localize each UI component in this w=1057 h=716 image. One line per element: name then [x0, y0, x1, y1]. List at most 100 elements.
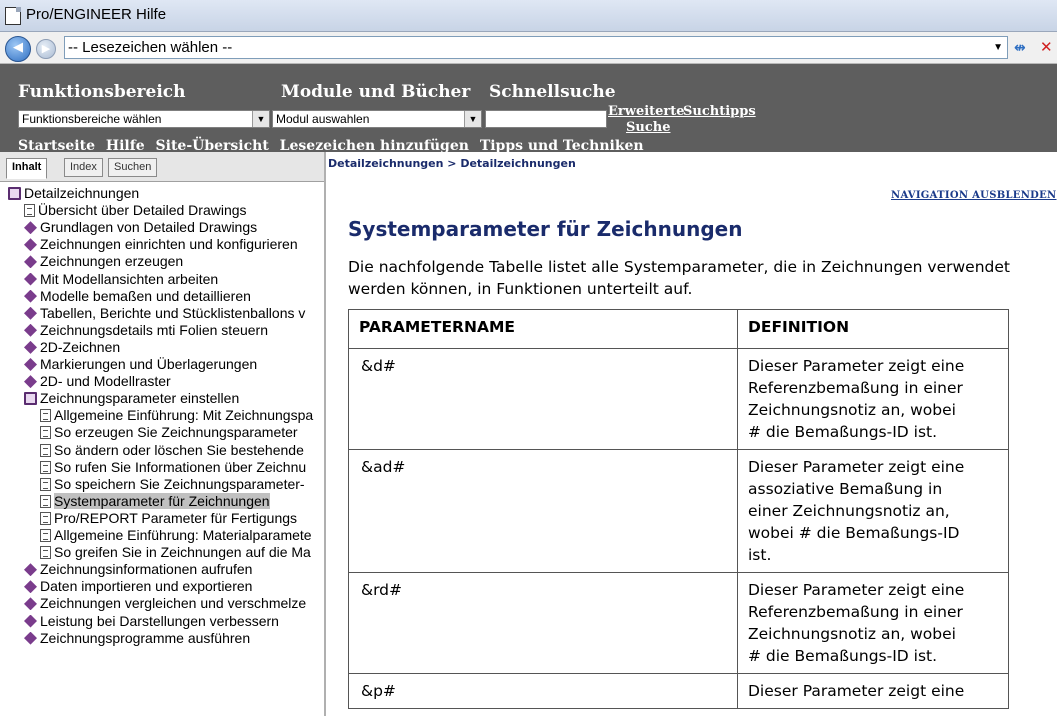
book-icon [24, 221, 37, 235]
tree-item[interactable]: Markierungen und Überlagerungen [24, 356, 257, 373]
tree-item[interactable]: Zeichnungen vergleichen und verschmelze [24, 595, 306, 612]
tree-item[interactable]: Zeichnungen erzeugen [24, 253, 183, 270]
open-book-icon [24, 392, 37, 406]
tree-item[interactable]: Daten importieren und exportieren [24, 578, 252, 595]
tab-contents[interactable]: Inhalt [6, 158, 48, 179]
table-row: &rd# Dieser Parameter zeigt eine Referenzb… [348, 572, 1009, 674]
tree-item-label: Markierungen und Überlagerungen [40, 356, 258, 372]
sidebar: Inhalt Index Suchen Detailzeichnungen Übe… [0, 152, 326, 716]
back-button[interactable]: ◀ [5, 36, 31, 62]
parameter-definition-cell: Dieser Parameter zeigt eine [737, 673, 1009, 709]
hide-navigation-link[interactable]: NAVIGATION AUSBLENDEN [891, 190, 1057, 201]
tree-item-label: Mit Modellansichten arbeiten [40, 270, 219, 287]
book-icon [24, 340, 37, 354]
tree-item[interactable]: So greifen Sie in Zeichnungen auf die Ma [40, 544, 311, 561]
back-arrow-icon: ◀ [13, 40, 23, 55]
definition-line: Referenzbemaßung in einer [748, 603, 963, 621]
definition-line: Zeichnungsnotiz an, wobei [748, 625, 956, 643]
chevron-down-icon: ▼ [464, 111, 481, 127]
tree-item-label: Zeichnungsparameter einstellen [40, 390, 240, 407]
tree-item-label: So ändern oder löschen Sie bestehende [54, 441, 304, 458]
refresh-button[interactable]: ↮ [1014, 40, 1026, 56]
page-icon [40, 494, 51, 508]
tree-item-label: Zeichnungen vergleichen und verschmelze [40, 595, 307, 612]
book-icon [24, 255, 37, 269]
forward-button[interactable]: ▶ [36, 39, 56, 59]
tree-item-label: Zeichnungen erzeugen [40, 253, 184, 270]
advanced-search-link-line2[interactable]: Suche [626, 120, 670, 135]
search-tips-link[interactable]: Suchtipps [683, 104, 756, 119]
tree-item[interactable]: Mit Modellansichten arbeiten [24, 271, 218, 288]
tree-item-label: Zeichnungsprogramme ausführen [40, 629, 251, 646]
tree-item[interactable]: So ändern oder löschen Sie bestehende [40, 442, 304, 459]
tree-item[interactable]: Allgemeine Einführung: Mit Zeichnungspa [40, 407, 313, 424]
sidebar-tabs: Inhalt Index Suchen [0, 152, 324, 182]
tree-item[interactable]: Übersicht über Detailed Drawings [24, 202, 247, 219]
intro-text: Die nachfolgende Tabelle listet alle Sys… [348, 256, 1057, 300]
tree-item[interactable]: 2D-Zeichnen [24, 339, 120, 356]
tree-item[interactable]: Zeichnungsprogramme ausführen [24, 630, 250, 647]
tree-item[interactable]: So rufen Sie Informationen über Zeichnu [40, 459, 306, 476]
tree-item-label: 2D-Zeichnen [40, 338, 121, 355]
bookmark-select[interactable]: -- Lesezeichen wählen -- ▼ [64, 36, 1008, 59]
chevron-down-icon: ▼ [252, 111, 269, 127]
tips-link[interactable]: Tipps und Techniken [480, 138, 644, 152]
site-map-link[interactable]: Site-Übersicht [156, 138, 269, 152]
tree-item-label: Zeichnungen einrichten und konfigurieren [40, 236, 298, 253]
tree-item[interactable]: So speichern Sie Zeichnungsparameter- [40, 476, 305, 493]
book-icon [24, 631, 37, 645]
home-link[interactable]: Startseite [18, 138, 95, 152]
definition-line: ist. [748, 546, 772, 564]
intro-line: werden können, in Funktionen unterteilt … [348, 280, 693, 298]
tree-item-label: Allgemeine Einführung: Materialparamete [54, 527, 312, 543]
app-window-icon [5, 7, 21, 25]
tree-item-label: Systemparameter für Zeichnungen [54, 492, 270, 509]
tree-item-label: Leistung bei Darstellungen verbessern [40, 612, 279, 629]
book-icon [24, 614, 37, 628]
function-area-select[interactable]: Funktionsbereiche wählen ▼ [18, 110, 270, 128]
tree-item[interactable]: So erzeugen Sie Zeichnungsparameter [40, 424, 298, 441]
column-header-name: PARAMETERNAME [348, 309, 738, 349]
definition-line: Zeichnungsnotiz an, wobei [748, 401, 956, 419]
tree-item-label: So speichern Sie Zeichnungsparameter- [54, 475, 305, 492]
modules-label: Module und Bücher [281, 82, 471, 102]
page-icon [40, 546, 51, 560]
tree-item[interactable]: Zeichnungsparameter einstellen [24, 390, 239, 407]
tab-search[interactable]: Suchen [108, 158, 158, 177]
tree-item[interactable]: Zeichnungen einrichten und konfigurieren [24, 236, 298, 253]
tree-item[interactable]: Zeichnungsdetails mti Folien steuern [24, 322, 268, 339]
tree-item[interactable]: Tabellen, Berichte und Stücklistenballon… [24, 305, 305, 322]
tree-item[interactable]: Modelle bemaßen und detaillieren [24, 288, 251, 305]
tree-item[interactable]: Leistung bei Darstellungen verbessern [24, 613, 279, 630]
page-icon [40, 443, 51, 457]
window-titlebar: Pro/ENGINEER Hilfe [0, 0, 1057, 32]
book-icon [24, 375, 37, 389]
tree-item-label: 2D- und Modellraster [40, 373, 171, 390]
tree-item[interactable]: Detailzeichnungen [8, 185, 139, 202]
breadcrumb[interactable]: Detailzeichnungen > Detailzeichnungen [328, 157, 576, 170]
definition-line: assoziative Bemaßung in [748, 480, 943, 498]
intro-line: Die nachfolgende Tabelle listet alle Sys… [348, 258, 1010, 276]
tree-item[interactable]: Zeichnungsinformationen aufrufen [24, 561, 252, 578]
stop-button[interactable]: ✕ [1040, 38, 1053, 56]
tree-item[interactable]: Systemparameter für Zeichnungen [40, 492, 270, 510]
column-header-definition: DEFINITION [737, 309, 1009, 349]
tree-item[interactable]: 2D- und Modellraster [24, 373, 171, 390]
parameter-name-cell: &d# [348, 348, 738, 450]
quick-search-input[interactable] [485, 110, 607, 128]
module-select[interactable]: Modul auswahlen ▼ [272, 110, 482, 128]
definition-line: wobei # die Bemaßungs-ID [748, 524, 960, 542]
definition-line: Dieser Parameter zeigt eine [748, 581, 965, 599]
tree-item[interactable]: Pro/REPORT Parameter für Fertigungs [40, 510, 297, 527]
table-row: &d# Dieser Parameter zeigt eine Referenzbe… [348, 348, 1009, 450]
help-link[interactable]: Hilfe [106, 138, 145, 152]
tab-index[interactable]: Index [64, 158, 103, 177]
add-bookmark-link[interactable]: Lesezeichen hinzufügen [280, 138, 469, 152]
book-icon [24, 238, 37, 252]
tree-item-label: So greifen Sie in Zeichnungen auf die Ma [54, 544, 311, 561]
parameter-table: PARAMETERNAME DEFINITION &d# Dieser Param… [348, 309, 1009, 709]
tree-item[interactable]: Grundlagen von Detailed Drawings [24, 219, 257, 236]
tree-item[interactable]: Allgemeine Einführung: Materialparamete [40, 527, 312, 544]
advanced-search-link-line1[interactable]: Erweiterte [608, 104, 685, 119]
forward-arrow-icon: ▶ [41, 42, 51, 55]
